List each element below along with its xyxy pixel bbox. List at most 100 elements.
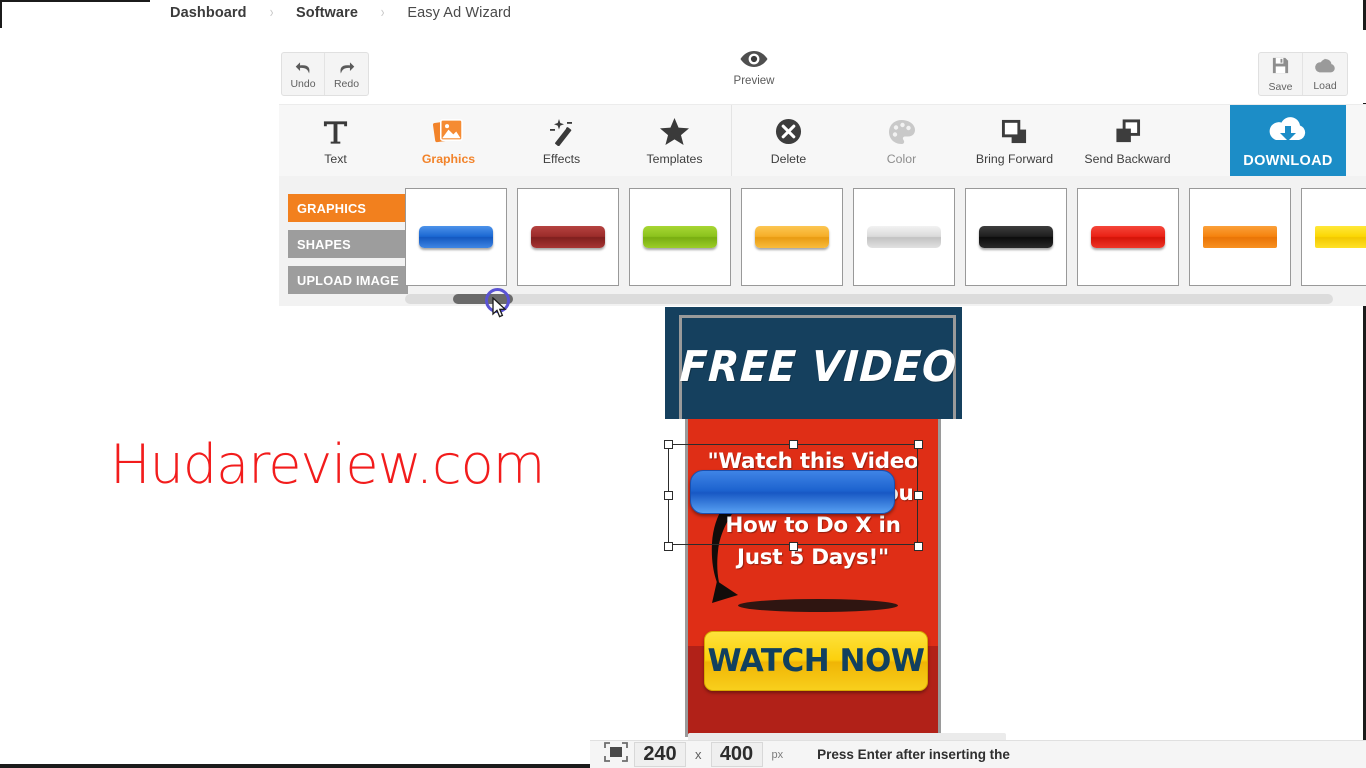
load-button[interactable]: Load [1303, 53, 1347, 95]
resize-handle-bottom-right[interactable] [914, 542, 923, 551]
undo-button[interactable]: Undo [282, 53, 325, 95]
toolbar-item-send-backward[interactable]: Send Backward [1071, 105, 1184, 177]
palette-thumbnail-yellow[interactable] [1301, 188, 1366, 286]
toolbar-label-templates: Templates [646, 151, 703, 166]
resize-handle-middle-right[interactable] [914, 491, 923, 500]
undo-arrow-icon [293, 58, 314, 77]
resize-handle-bottom-center[interactable] [789, 542, 798, 551]
green-button-thumb [643, 226, 717, 248]
resize-handle-top-center[interactable] [789, 440, 798, 449]
undo-label: Undo [290, 78, 316, 90]
toolbar-label-text: Text [324, 151, 347, 166]
size-unit-label: px [771, 748, 784, 761]
blue-button-thumb [419, 226, 493, 248]
orange2-button-thumb [1203, 226, 1277, 248]
watch-now-label: WATCH NOW [707, 643, 925, 679]
preview-button[interactable]: Preview [725, 50, 783, 87]
preview-label: Preview [733, 75, 775, 87]
cloud-download-icon [1265, 114, 1311, 151]
star-icon [659, 117, 690, 147]
darkred-button-thumb [531, 226, 605, 248]
size-multiply-label: x [695, 747, 702, 762]
breadcrumb-item-software[interactable]: Software [296, 5, 358, 21]
breadcrumb-separator-icon: › [380, 4, 385, 21]
easy-ad-wizard-app: Dashboard › Software › Easy Ad Wizard Un… [0, 0, 1366, 768]
palette-tab-list: GRAPHICS SHAPES UPLOAD IMAGE [288, 194, 408, 302]
toolbar-item-color[interactable]: Color [845, 105, 958, 177]
watermark-hudareview: Hudareview.com [110, 433, 545, 496]
palette-thumbnail-list [405, 188, 1366, 292]
save-button[interactable]: Save [1259, 53, 1303, 95]
toolbar-label-send-backward: Send Backward [1084, 151, 1171, 166]
silver-button-thumb [867, 226, 941, 248]
text-t-icon [322, 117, 349, 147]
palette-thumbnail-silver[interactable] [853, 188, 955, 286]
palette-thumbnail-red[interactable] [1077, 188, 1179, 286]
toolbar-label-color: Color [886, 151, 917, 166]
mouse-cursor-icon [492, 296, 507, 324]
palette-thumbnail-orange2[interactable] [1189, 188, 1291, 286]
cloud-upload-icon [1314, 56, 1336, 79]
toolbar-label-bring-forward: Bring Forward [975, 151, 1054, 166]
redo-label: Redo [333, 78, 360, 90]
red-button-thumb [1091, 226, 1165, 248]
palette-tab-graphics[interactable]: GRAPHICS [288, 194, 408, 222]
upper-toolbar: Undo Redo Preview Save Load [0, 30, 1366, 103]
resize-handle-top-left[interactable] [664, 440, 673, 449]
save-load-group: Save Load [1258, 52, 1348, 96]
resize-handle-middle-left[interactable] [664, 491, 673, 500]
toolbar-item-graphics[interactable]: Graphics [392, 105, 505, 177]
canvas-size-hint: Press Enter after inserting the [817, 746, 1010, 762]
redo-button[interactable]: Redo [325, 53, 368, 95]
palette-horizontal-scrollbar[interactable] [405, 294, 1333, 304]
palette-thumbnail-orange[interactable] [741, 188, 843, 286]
canvas-height-input[interactable]: 400 [710, 742, 763, 767]
toolbar-item-delete[interactable]: Delete [732, 105, 845, 177]
canvas-size-bar: 240 x 400 px Press Enter after inserting… [590, 740, 1366, 768]
bring-forward-icon [1001, 117, 1028, 147]
window-edge-bottom [0, 764, 600, 768]
eye-icon [739, 50, 769, 73]
floppy-disk-icon [1271, 56, 1290, 80]
watch-now-cta-button[interactable]: WATCH NOW [704, 631, 928, 691]
graphics-photos-icon [433, 117, 464, 147]
load-label: Load [1313, 80, 1337, 92]
toolbar-label-delete: Delete [770, 151, 807, 166]
palette-tab-shapes[interactable]: SHAPES [288, 230, 408, 258]
breadcrumb: Dashboard › Software › Easy Ad Wizard [170, 0, 511, 26]
download-button[interactable]: DOWNLOAD [1230, 105, 1346, 177]
ad-headline-text[interactable]: FREE VIDEO [679, 343, 959, 392]
toolbar-label-graphics: Graphics [421, 151, 476, 166]
palette-thumbnail-green[interactable] [629, 188, 731, 286]
resize-handle-bottom-left[interactable] [664, 542, 673, 551]
palette-thumbnail-darkred[interactable] [517, 188, 619, 286]
orange-button-thumb [755, 226, 829, 248]
resize-handle-top-right[interactable] [914, 440, 923, 449]
breadcrumb-item-easy-ad-wizard[interactable]: Easy Ad Wizard [407, 5, 511, 21]
window-edge-left [0, 0, 2, 28]
breadcrumb-item-dashboard[interactable]: Dashboard [170, 5, 247, 21]
palette-thumbnail-black[interactable] [965, 188, 1067, 286]
graphics-palette-panel: GRAPHICS SHAPES UPLOAD IMAGE [279, 176, 1366, 306]
palette-thumbnail-blue[interactable] [405, 188, 507, 286]
window-edge-top [0, 0, 150, 2]
toolbar-item-templates[interactable]: Templates [618, 105, 731, 177]
toolbar-item-bring-forward[interactable]: Bring Forward [958, 105, 1071, 177]
delete-x-circle-icon [775, 117, 802, 147]
toolbar-item-effects[interactable]: Effects [505, 105, 618, 177]
color-palette-icon [888, 117, 916, 147]
canvas-size-icon [604, 742, 628, 767]
selection-bounding-box [664, 440, 923, 551]
magic-wand-icon [548, 117, 576, 147]
breadcrumb-separator-icon: › [269, 4, 274, 21]
main-toolbar: Text Graphics Effects Templates Delete C… [279, 104, 1366, 177]
canvas-width-input[interactable]: 240 [634, 742, 686, 767]
undo-redo-group: Undo Redo [281, 52, 369, 96]
palette-tab-upload-image[interactable]: UPLOAD IMAGE [288, 266, 408, 294]
toolbar-item-text[interactable]: Text [279, 105, 392, 177]
toolbar-label-effects: Effects [542, 151, 581, 166]
ad-copy-line-4[interactable]: Just 5 Days!" [688, 545, 938, 570]
save-label: Save [1268, 80, 1293, 93]
yellow-button-thumb [1315, 226, 1366, 248]
arrow-shadow [738, 599, 898, 612]
